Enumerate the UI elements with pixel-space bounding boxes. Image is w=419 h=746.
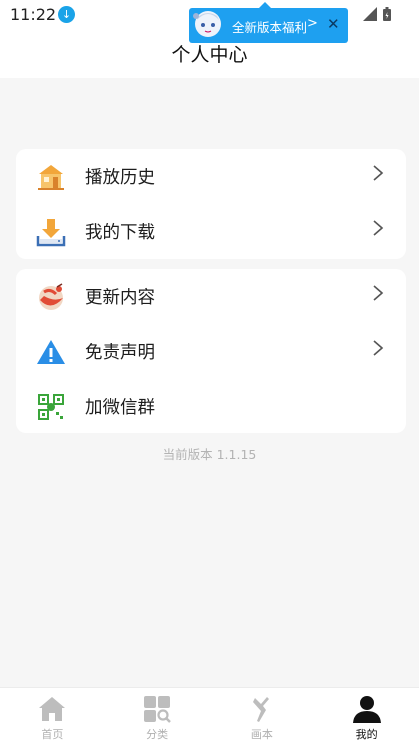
- profile-icon: [352, 696, 381, 723]
- battery-icon: [383, 7, 391, 21]
- menu-item-wechat-group[interactable]: 加微信群: [16, 379, 406, 434]
- menu-item-label: 更新内容: [85, 288, 155, 308]
- download-icon: [36, 219, 66, 247]
- status-time: 11:22: [10, 5, 57, 24]
- menu-card-secondary: 更新内容 免责声明 加微信群: [16, 269, 406, 433]
- tab-label: 我的: [355, 728, 378, 741]
- brush-icon: [252, 697, 269, 722]
- category-icon: [144, 696, 172, 723]
- menu-item-my-downloads[interactable]: 我的下载: [16, 204, 406, 259]
- menu-item-update-content[interactable]: 更新内容: [16, 269, 406, 324]
- tab-label: 分类: [146, 728, 169, 741]
- tab-label: 画本: [250, 728, 273, 741]
- home-icon: [39, 697, 66, 721]
- close-icon[interactable]: ✕: [327, 15, 340, 33]
- warning-icon: [37, 340, 65, 364]
- version-label: 当前版本 1.1.15: [162, 447, 257, 462]
- chevron-right-icon: [373, 340, 384, 356]
- chevron-right-icon: [373, 165, 384, 181]
- promo-pointer: [259, 2, 271, 8]
- system-icons: [363, 7, 391, 21]
- tab-home[interactable]: 首页: [0, 688, 105, 746]
- promo-banner[interactable]: 全新版本福利 > ✕: [189, 2, 348, 43]
- bottom-tab-bar: 首页 分类 画本 我的: [0, 687, 419, 746]
- menu-item-play-history[interactable]: 播放历史: [16, 149, 406, 204]
- menu-item-disclaimer[interactable]: 免责声明: [16, 324, 406, 379]
- tab-label: 首页: [41, 728, 64, 741]
- house-icon: [38, 165, 64, 190]
- qr-code-icon: [38, 394, 64, 420]
- download-notification-icon: ↓: [58, 6, 75, 23]
- chevron-right-icon: >: [307, 16, 318, 31]
- chevron-right-icon: [373, 285, 384, 301]
- update-icon: [39, 283, 63, 310]
- menu-item-label: 我的下载: [85, 223, 155, 243]
- chevron-right-icon: [373, 220, 384, 236]
- signal-icon: [363, 7, 377, 21]
- promo-text: 全新版本福利: [232, 20, 308, 35]
- menu-item-label: 播放历史: [85, 168, 155, 188]
- page-title: 个人中心: [171, 44, 248, 66]
- mascot-avatar-icon: [193, 11, 221, 37]
- tab-category[interactable]: 分类: [105, 688, 210, 746]
- tab-profile[interactable]: 我的: [314, 688, 419, 746]
- menu-item-label: 加微信群: [85, 398, 155, 418]
- tab-picturebook[interactable]: 画本: [210, 688, 315, 746]
- menu-item-label: 免责声明: [85, 343, 155, 363]
- menu-card-primary: 播放历史 我的下载: [16, 149, 406, 259]
